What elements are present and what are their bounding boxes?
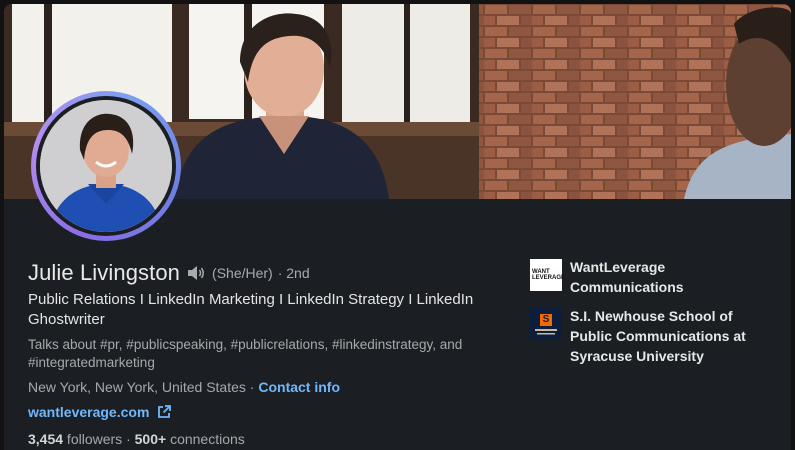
organizations-list: WANT LEVERAGE WantLeverage Communication…: [530, 257, 760, 375]
pronouns: (She/Her): [212, 265, 273, 281]
followers-label: followers: [63, 431, 123, 447]
followers-count[interactable]: 3,454: [28, 431, 63, 447]
profile-photo[interactable]: [31, 91, 181, 241]
org-name: S.I. Newhouse School of Public Communica…: [570, 308, 746, 364]
name-row: Julie Livingston (She/Her) · 2nd: [28, 260, 310, 286]
separator: ·: [245, 379, 259, 395]
connections-label: connections: [166, 431, 245, 447]
org-item-newhouse[interactable]: S S.I. Newhouse School of Public Communi…: [530, 306, 760, 366]
wantleverage-logo: WANT LEVERAGE: [530, 259, 566, 291]
org-item-wantleverage[interactable]: WANT LEVERAGE WantLeverage Communication…: [530, 257, 760, 297]
website-link[interactable]: wantleverage.com: [28, 404, 172, 420]
connections-count[interactable]: 500+: [135, 431, 167, 447]
connection-degree: · 2nd: [277, 265, 310, 281]
avatar-image: [40, 100, 172, 232]
contact-info-link[interactable]: Contact info: [258, 379, 340, 395]
location: New York, New York, United States: [28, 379, 246, 395]
network-stats: 3,454 followers · 500+ connections: [28, 431, 245, 447]
org-name: WantLeverage Communications: [570, 259, 684, 295]
external-link-icon: [157, 405, 172, 419]
logo-text-leverage: LEVERAGE: [532, 275, 566, 281]
talks-about: Talks about #pr, #publicspeaking, #publi…: [28, 337, 463, 370]
location-row: New York, New York, United States · Cont…: [28, 379, 340, 395]
newhouse-logo-mark: S: [542, 314, 550, 325]
stats-separator: ·: [122, 431, 135, 447]
profile-card: Julie Livingston (She/Her) · 2nd Public …: [4, 4, 791, 450]
website-text: wantleverage.com: [28, 404, 150, 420]
newhouse-logo: S: [530, 308, 562, 340]
avatar: [40, 100, 172, 232]
headline: Public Relations I LinkedIn Marketing I …: [28, 291, 474, 328]
profile-name: Julie Livingston: [28, 260, 181, 285]
speaker-icon[interactable]: [186, 265, 206, 281]
